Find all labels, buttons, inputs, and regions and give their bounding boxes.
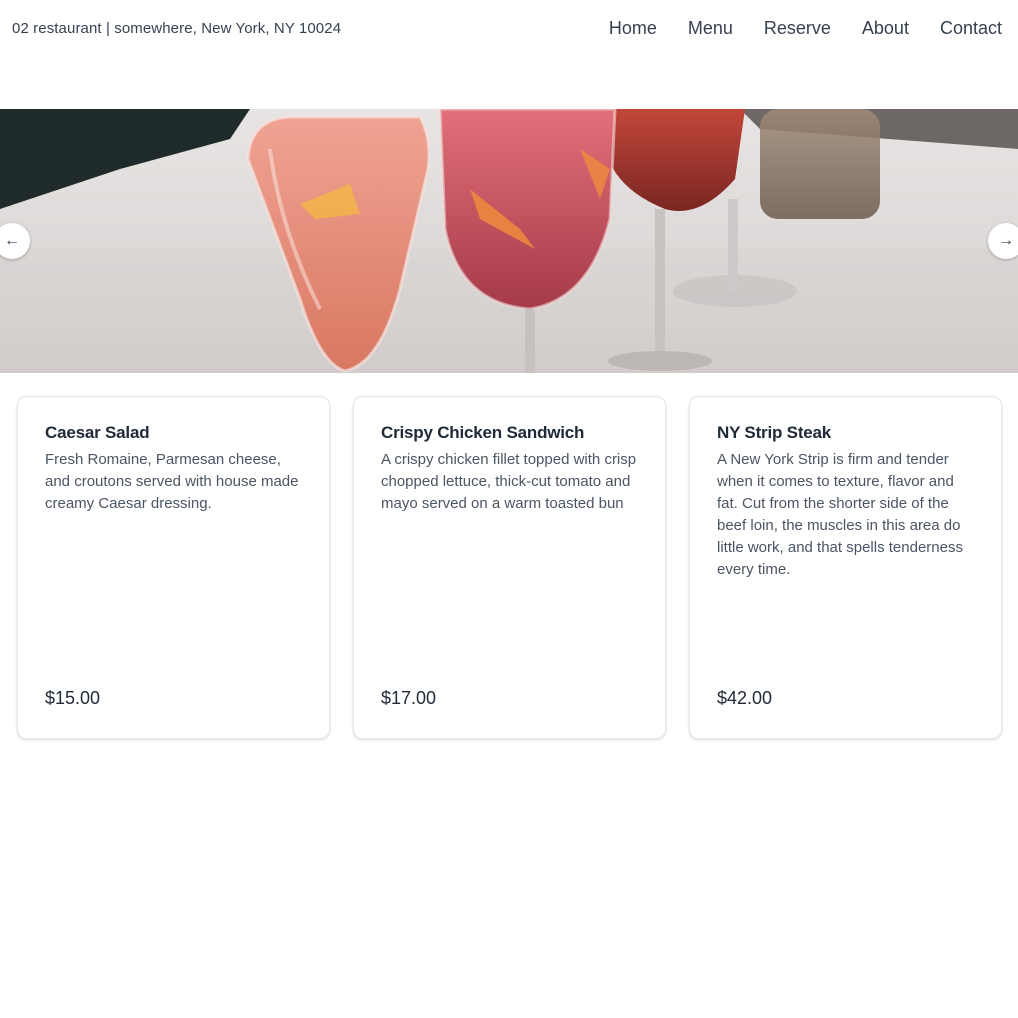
menu-item-name: Caesar Salad xyxy=(45,423,150,442)
menu-item-price: $42.00 xyxy=(717,688,773,708)
menu-item-description: A New York Strip is firm and tender when… xyxy=(717,451,963,578)
nav-link-contact[interactable]: Contact xyxy=(940,18,1002,39)
menu-item-price: $17.00 xyxy=(381,688,437,708)
main-nav: Home Menu Reserve About Contact xyxy=(609,18,1002,39)
arrow-left-icon: ← xyxy=(4,232,20,249)
menu-item-name: Crispy Chicken Sandwich xyxy=(381,423,585,442)
site-header: 02 restaurant | somewhere, New York, NY … xyxy=(0,0,1018,60)
menu-item-name: NY Strip Steak xyxy=(717,423,832,442)
menu-card[interactable]: Caesar Salad Fresh Romaine, Parmesan che… xyxy=(17,396,330,739)
nav-link-about[interactable]: About xyxy=(862,18,909,39)
carousel-next-button[interactable]: → xyxy=(988,223,1018,259)
menu-card[interactable]: Crispy Chicken Sandwich A crispy chicken… xyxy=(353,396,666,739)
menu-cards: Caesar Salad Fresh Romaine, Parmesan che… xyxy=(17,396,1002,739)
cocktail-photo xyxy=(0,109,1018,373)
hero-carousel-image xyxy=(0,109,1018,373)
nav-link-menu[interactable]: Menu xyxy=(688,18,733,39)
menu-item-price: $15.00 xyxy=(45,688,101,708)
nav-link-reserve[interactable]: Reserve xyxy=(764,18,831,39)
nav-link-home[interactable]: Home xyxy=(609,18,657,39)
menu-item-description: A crispy chicken fillet topped with cris… xyxy=(381,451,637,512)
menu-item-description: Fresh Romaine, Parmesan cheese, and crou… xyxy=(45,451,299,512)
arrow-right-icon: → xyxy=(998,232,1014,249)
restaurant-address: 02 restaurant | somewhere, New York, NY … xyxy=(12,20,342,37)
menu-card[interactable]: NY Strip Steak A New York Strip is firm … xyxy=(689,396,1002,739)
